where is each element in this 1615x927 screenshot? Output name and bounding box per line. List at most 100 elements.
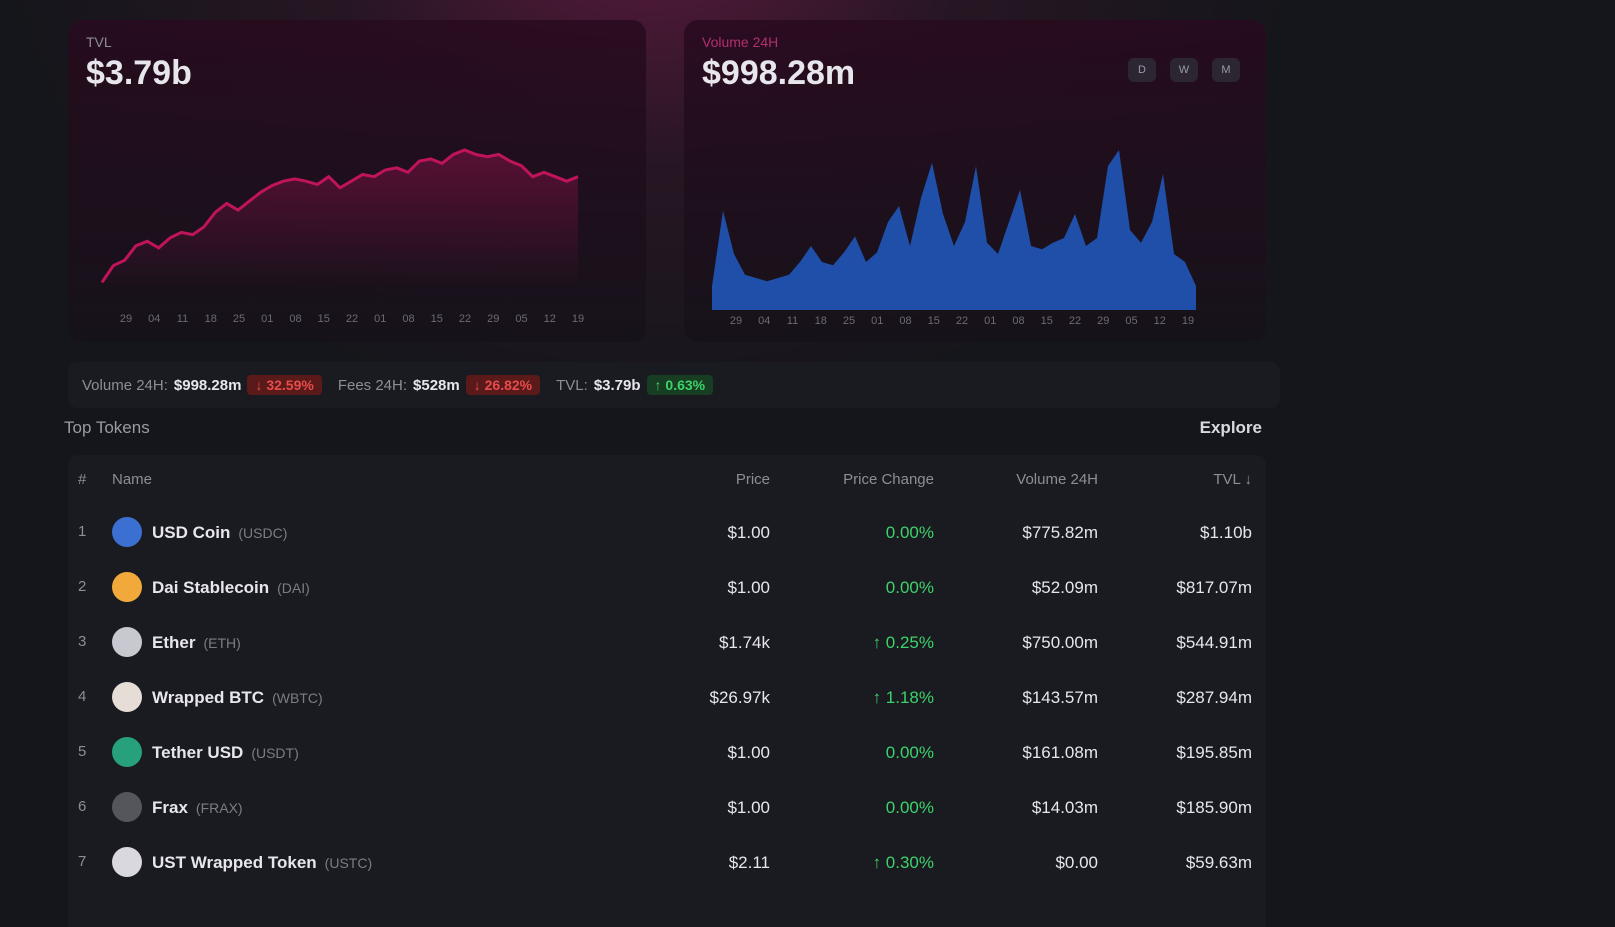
- row-index: 6: [78, 798, 87, 815]
- stat-fees: Fees 24H: $528m ↓ 26.82%: [337, 375, 541, 395]
- token-name-text: Dai Stablecoin: [152, 578, 270, 597]
- ust-icon: [112, 847, 142, 877]
- table-row[interactable]: 5 Tether USD (USDT) $1.00 0.00% $161.08m $195.…: [68, 725, 1266, 780]
- tvl-x-tick: 29: [487, 313, 499, 325]
- table-row[interactable]: 3 Ether (ETH) $1.74k ↑ 0.25% $750.00m $544.91m: [68, 615, 1266, 670]
- token-tvl: $817.07m: [1176, 578, 1252, 597]
- token-price-change: 0.00%: [885, 523, 934, 542]
- token-volume: $143.57m: [1022, 688, 1098, 707]
- table-header: # Name Price Price Change Volume 24H TVL…: [68, 455, 1266, 505]
- table-row[interactable]: 4 Wrapped BTC (WBTC) $26.97k ↑ 1.18% $143.57m…: [68, 670, 1266, 725]
- volume-x-tick: 01: [871, 315, 883, 327]
- row-index: 3: [78, 633, 87, 650]
- col-volume[interactable]: Volume 24H: [1016, 471, 1098, 488]
- table-row[interactable]: 2 Dai Stablecoin (DAI) $1.00 0.00% $52.09m $81…: [68, 560, 1266, 615]
- tvl-x-tick: 01: [261, 313, 273, 325]
- tvl-x-tick: 11: [177, 313, 188, 325]
- token-name-text: Ether: [152, 633, 196, 652]
- token-price-change: ↑ 0.30%: [872, 853, 934, 872]
- row-index: 1: [78, 523, 87, 540]
- token-price-change: 0.00%: [885, 798, 934, 817]
- token-price: $1.00: [727, 743, 770, 762]
- token-name[interactable]: Tether USD (USDT): [152, 743, 299, 763]
- token-price: $1.00: [727, 523, 770, 542]
- table-row[interactable]: 7 UST Wrapped Token (USTC) $2.11 ↑ 0.30% $0.0…: [68, 835, 1266, 890]
- token-name[interactable]: USD Coin (USDC): [152, 523, 287, 543]
- wbtc-icon: [112, 682, 142, 712]
- token-name[interactable]: UST Wrapped Token (USTC): [152, 853, 372, 873]
- row-index: 2: [78, 578, 87, 595]
- explore-link[interactable]: Explore: [1200, 418, 1262, 438]
- volume-x-tick: 08: [1012, 315, 1024, 327]
- top-tokens-title: Top Tokens: [64, 418, 150, 437]
- frax-icon: [112, 792, 142, 822]
- token-symbol: (USTC): [324, 855, 373, 871]
- volume-x-tick: 29: [1097, 315, 1109, 327]
- stat-tvl-label: TVL:: [556, 376, 588, 394]
- row-index: 4: [78, 688, 87, 705]
- token-price-change: ↑ 0.25%: [872, 633, 934, 652]
- token-volume: $14.03m: [1031, 798, 1098, 817]
- tvl-x-tick: 12: [544, 313, 556, 325]
- token-price-change: 0.00%: [885, 743, 934, 762]
- stat-tvl-value: $3.79b: [593, 376, 641, 394]
- tvl-line-chart[interactable]: 29 04 11 18 25 01 08 15 22 01 08 15 22 29 05 12 19: [68, 20, 646, 342]
- token-name[interactable]: Frax (FRAX): [152, 798, 243, 818]
- tvl-x-tick: 01: [374, 313, 386, 325]
- stat-tvl-change: ↑ 0.63%: [646, 375, 714, 395]
- token-tvl: $185.90m: [1176, 798, 1252, 817]
- volume-x-tick: 15: [1041, 315, 1053, 327]
- stat-fees-change: ↓ 26.82%: [465, 375, 541, 395]
- token-volume: $750.00m: [1022, 633, 1098, 652]
- tokens-table: # Name Price Price Change Volume 24H TVL…: [68, 455, 1266, 927]
- col-price[interactable]: Price: [736, 471, 770, 488]
- stat-fees-label: Fees 24H:: [337, 376, 408, 394]
- tvl-x-tick: 22: [346, 313, 358, 325]
- token-name[interactable]: Ether (ETH): [152, 633, 241, 653]
- main-container: TVL $3.79b 29 04 11 18 25 01 08 15 22 01 08 15 22 29 0…: [64, 0, 1280, 927]
- token-volume: $775.82m: [1022, 523, 1098, 542]
- col-name[interactable]: Name: [112, 471, 152, 488]
- token-name-text: Tether USD: [152, 743, 244, 762]
- volume-x-tick: 18: [815, 315, 827, 327]
- tvl-area: [102, 150, 578, 288]
- volume-area: [712, 150, 1196, 310]
- tvl-x-tick: 29: [120, 313, 132, 325]
- tvl-x-tick: 08: [402, 313, 414, 325]
- volume-x-tick: 01: [984, 315, 996, 327]
- token-tvl: $544.91m: [1176, 633, 1252, 652]
- stat-tvl: TVL: $3.79b ↑ 0.63%: [556, 375, 714, 395]
- token-volume: $52.09m: [1031, 578, 1098, 597]
- table-row[interactable]: 1 USD Coin (USDC) $1.00 0.00% $775.82m $1.10b: [68, 505, 1266, 560]
- token-symbol: (USDT): [251, 745, 299, 761]
- tvl-x-tick: 19: [572, 313, 584, 325]
- token-tvl: $59.63m: [1185, 853, 1252, 872]
- volume-x-tick: 05: [1125, 315, 1137, 327]
- token-tvl: $1.10b: [1200, 523, 1252, 542]
- token-tvl: $195.85m: [1176, 743, 1252, 762]
- token-symbol: (DAI): [277, 580, 310, 596]
- tvl-x-tick: 04: [148, 313, 160, 325]
- usdc-icon: [112, 517, 142, 547]
- volume-area-chart[interactable]: 29 04 11 18 25 01 08 15 22 01 08 15 22 29 05 12 19: [684, 20, 1266, 342]
- volume-x-tick: 22: [956, 315, 968, 327]
- token-price: $1.74k: [718, 633, 770, 652]
- eth-icon: [112, 627, 142, 657]
- volume-x-tick: 22: [1069, 315, 1081, 327]
- tvl-chart-card: TVL $3.79b 29 04 11 18 25 01 08 15 22 01 08 15 22 29 0…: [68, 20, 646, 342]
- col-tvl[interactable]: TVL ↓: [1213, 471, 1252, 488]
- token-name-text: UST Wrapped Token: [152, 853, 317, 872]
- tvl-x-tick: 18: [205, 313, 217, 325]
- token-name[interactable]: Dai Stablecoin (DAI): [152, 578, 310, 598]
- tvl-x-tick: 05: [515, 313, 527, 325]
- tvl-x-tick: 22: [459, 313, 471, 325]
- volume-x-tick: 19: [1182, 315, 1194, 327]
- stat-volume-change: ↓ 32.59%: [247, 375, 322, 395]
- row-index: 5: [78, 743, 87, 760]
- table-row[interactable]: 6 Frax (FRAX) $1.00 0.00% $14.03m $185.90m: [68, 780, 1266, 835]
- token-name-text: Frax: [152, 798, 188, 817]
- token-name[interactable]: Wrapped BTC (WBTC): [152, 688, 323, 708]
- usdt-icon: [112, 737, 142, 767]
- token-tvl: $287.94m: [1176, 688, 1252, 707]
- col-price-change[interactable]: Price Change: [843, 471, 934, 488]
